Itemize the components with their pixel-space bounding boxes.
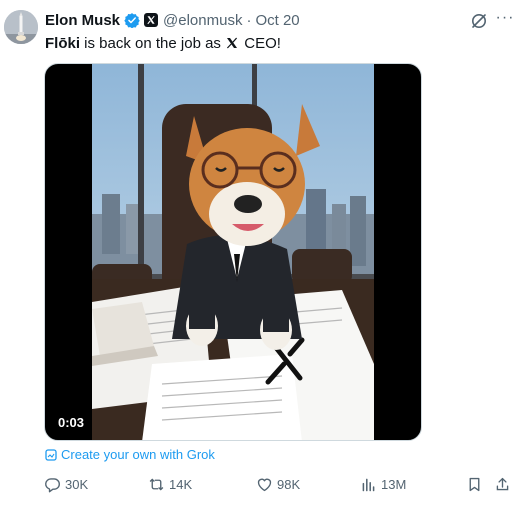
analytics-icon (362, 478, 375, 491)
author-display-name[interactable]: Elon Musk (45, 12, 120, 29)
repost-icon (149, 477, 164, 491)
dog-ceo-image (92, 64, 374, 440)
repost-button[interactable]: 14K (148, 474, 192, 494)
views-button[interactable]: 13M (360, 474, 406, 494)
more-options-icon[interactable]: ··· (494, 10, 516, 30)
video-duration: 0:03 (53, 413, 90, 432)
bookmark-icon (469, 477, 480, 491)
share-button[interactable] (494, 474, 511, 494)
reply-button[interactable]: 30K (44, 474, 88, 494)
post-text-bold: Flōki (45, 35, 81, 52)
x-logo-icon[interactable] (144, 13, 159, 27)
author-handle[interactable]: @elonmusk (163, 12, 242, 29)
verified-badge-icon[interactable] (124, 12, 140, 28)
video-frame[interactable] (92, 64, 374, 440)
post-date[interactable]: Oct 20 (255, 12, 299, 29)
reply-count: 30K (65, 476, 89, 492)
tweet-header: Elon Musk @elonmusk · Oct 20 (45, 10, 300, 30)
like-count: 98K (277, 476, 301, 492)
action-bar: 30K 14K 98K 13M (44, 474, 514, 494)
repost-count: 14K (169, 476, 193, 492)
create-with-grok-label: Create your own with Grok (61, 447, 215, 462)
rocket-avatar-image (4, 10, 38, 44)
post-text: Flōki is back on the job as CEO! (45, 34, 281, 54)
grok-image-icon (45, 448, 57, 461)
grok-icon[interactable] (470, 12, 488, 30)
like-button[interactable]: 98K (256, 474, 300, 494)
x-logo-icon (226, 35, 238, 49)
post-text-before-logo: is back on the job as (80, 35, 226, 52)
share-icon (496, 477, 509, 490)
heart-icon (257, 478, 272, 491)
reply-icon (45, 477, 60, 492)
post-text-after-logo: CEO! (240, 35, 281, 52)
create-with-grok-link[interactable]: Create your own with Grok (45, 447, 215, 462)
tweet: Elon Musk @elonmusk · Oct 20 ··· Flōki i… (0, 0, 529, 507)
video-player[interactable]: 0:03 (44, 63, 422, 441)
view-count: 13M (381, 476, 407, 492)
header-separator: · (246, 11, 252, 29)
avatar[interactable] (4, 10, 38, 44)
bookmark-button[interactable] (466, 474, 483, 494)
